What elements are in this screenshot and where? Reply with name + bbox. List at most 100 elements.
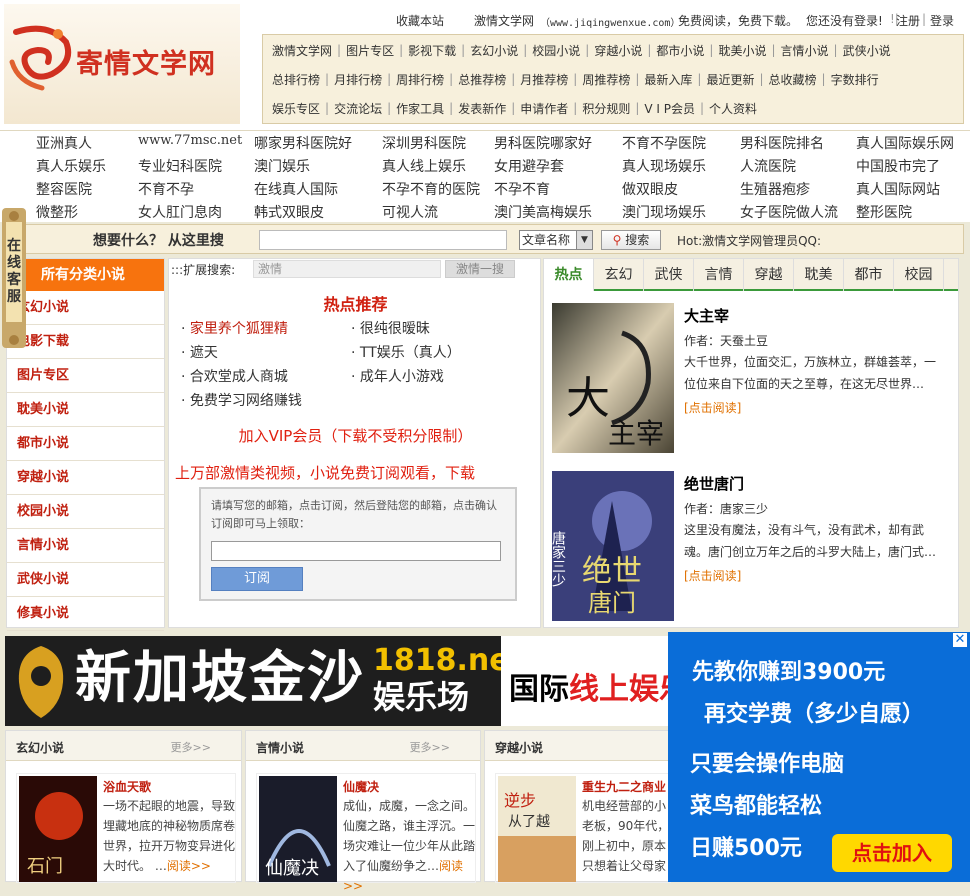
ad-link[interactable]: 澳门现场娱乐 bbox=[622, 202, 706, 222]
tab-genre[interactable]: 耽美 bbox=[794, 259, 844, 291]
sidebar-item[interactable]: 言情小说 bbox=[7, 529, 164, 563]
hot-item[interactable]: · 合欢堂成人商城 bbox=[181, 365, 351, 389]
ad-link[interactable]: 整形医院 bbox=[856, 202, 912, 222]
nav-item[interactable]: 周排行榜 bbox=[393, 71, 447, 88]
ad-link[interactable]: 生殖器疱疹 bbox=[740, 179, 810, 199]
panel-read-link[interactable]: 阅读>> bbox=[167, 859, 211, 873]
nav-item[interactable]: 总推荐榜 bbox=[455, 71, 509, 88]
panel-book-title[interactable]: 浴血天歌 bbox=[103, 778, 151, 795]
sidebar-item[interactable]: 图片专区 bbox=[7, 359, 164, 393]
nav-item[interactable]: 作家工具 bbox=[393, 100, 447, 117]
ad-link[interactable]: 真人乐娱乐 bbox=[36, 156, 106, 176]
tab-genre[interactable]: 言情 bbox=[694, 259, 744, 291]
nav-item[interactable]: 发表新作 bbox=[455, 100, 509, 117]
vip-line[interactable]: 加入VIP会员（下载不受积分限制） bbox=[169, 425, 542, 446]
nav-item[interactable]: 申请作者 bbox=[517, 100, 571, 117]
bookmark-link[interactable]: 收藏本站 bbox=[396, 12, 444, 29]
sidebar-item[interactable]: 校园小说 bbox=[7, 495, 164, 529]
nav-item[interactable]: 校园小说 bbox=[529, 42, 583, 59]
nav-item[interactable]: 玄幻小说 bbox=[467, 42, 521, 59]
panel-book[interactable]: 仙魔决 仙魔决 成仙，成魔，一念之间。仙魔之路，谁主浮沉。一场灾难让一位少年从此… bbox=[256, 773, 476, 893]
ext-search-input[interactable]: 激情 bbox=[253, 260, 441, 278]
nav-item[interactable]: 武侠小说 bbox=[840, 42, 894, 59]
ad-link[interactable]: 女用避孕套 bbox=[494, 156, 564, 176]
tab-genre[interactable]: 武侠 bbox=[644, 259, 694, 291]
login-link[interactable]: 登录 bbox=[930, 12, 954, 29]
ad-link[interactable]: 深圳男科医院 bbox=[382, 133, 466, 153]
ad-link[interactable]: 真人线上娱乐 bbox=[382, 156, 466, 176]
close-icon[interactable]: ✕ bbox=[952, 632, 968, 648]
more-link[interactable]: 更多>> bbox=[171, 739, 211, 755]
ad-link[interactable]: 可视人流 bbox=[382, 202, 438, 222]
nav-item[interactable]: 穿越小说 bbox=[591, 42, 645, 59]
hot-item[interactable]: · 很纯很暧昧 bbox=[351, 317, 531, 341]
hot-item[interactable]: · 家里养个狐狸精 bbox=[181, 317, 351, 341]
ad-link[interactable]: www.77msc.net bbox=[138, 133, 242, 148]
ad-link[interactable]: 不育不孕医院 bbox=[622, 133, 706, 153]
panel-book[interactable]: 逆步 从了越 重生九二之商业 机电经营部的小老板，90年代，刚上初中，原本只想着让… bbox=[495, 773, 671, 883]
register-link[interactable]: 注册 bbox=[896, 12, 920, 29]
ad-link[interactable]: 人流医院 bbox=[740, 156, 796, 176]
nav-item[interactable]: 月推荐榜 bbox=[517, 71, 571, 88]
nav-item[interactable]: 交流论坛 bbox=[331, 100, 385, 117]
search-type-select[interactable]: 文章名称 ▼ bbox=[519, 230, 593, 250]
ad-link[interactable]: 微整形 bbox=[36, 202, 78, 222]
nav-item[interactable]: 激情文学网 bbox=[269, 42, 335, 59]
panel-book-title[interactable]: 仙魔决 bbox=[343, 778, 379, 795]
book-card[interactable]: 唐家三少 绝世 唐门 绝世唐门 作者：唐家三少 这里没有魔法，没有斗气，没有武术… bbox=[552, 471, 952, 627]
sidebar-item[interactable]: 都市小说 bbox=[7, 427, 164, 461]
ad-link[interactable]: 亚洲真人 bbox=[36, 133, 92, 153]
subscribe-button[interactable]: 订阅 bbox=[211, 567, 303, 591]
sidebar-item[interactable]: 电影下载 bbox=[7, 325, 164, 359]
sidebar-item[interactable]: 修真小说 bbox=[7, 597, 164, 631]
nav-item[interactable]: 言情小说 bbox=[778, 42, 832, 59]
panel-book-cover[interactable]: 石门 bbox=[19, 776, 97, 882]
sidebar-item[interactable]: 玄幻小说 bbox=[7, 291, 164, 325]
floating-ad[interactable]: ✕ 先教你赚到3900元 再交学费（多少自愿） 只要会操作电脑 菜鸟都能轻松 日… bbox=[668, 632, 970, 882]
more-link[interactable]: 更多>> bbox=[410, 739, 450, 755]
nav-item[interactable]: 月排行榜 bbox=[331, 71, 385, 88]
panel-book-title[interactable]: 重生九二之商业 bbox=[582, 778, 666, 795]
tab-genre[interactable]: 穿越 bbox=[744, 259, 794, 291]
nav-item[interactable]: 最近更新 bbox=[703, 71, 757, 88]
nav-item[interactable]: 个人资料 bbox=[706, 100, 760, 117]
ad-link[interactable]: 女人肛门息肉 bbox=[138, 202, 222, 222]
join-button[interactable]: 点击加入 bbox=[832, 834, 952, 872]
hot-item[interactable]: · TT娱乐（真人） bbox=[351, 341, 531, 365]
ad-link[interactable]: 不孕不育 bbox=[494, 179, 550, 199]
nav-item[interactable]: 最新入库 bbox=[641, 71, 695, 88]
online-service-tab[interactable]: 在线客服 bbox=[0, 208, 28, 348]
ad-link[interactable]: 男科医院哪家好 bbox=[494, 133, 592, 153]
promo-line[interactable]: 上万部激情类视频，小说免费订阅观看，下载 bbox=[175, 462, 541, 483]
tab-genre[interactable]: 热点 bbox=[544, 259, 594, 291]
email-field[interactable] bbox=[211, 541, 501, 561]
sidebar-item[interactable]: 武侠小说 bbox=[7, 563, 164, 597]
panel-book-cover[interactable]: 逆步从了越 bbox=[498, 776, 576, 882]
banner-ad[interactable]: 新加坡金沙 1818.net 娱乐场 国际线上娱乐 bbox=[5, 636, 668, 726]
nav-item[interactable]: 娱乐专区 bbox=[269, 100, 323, 117]
tab-genre[interactable]: 都市 bbox=[844, 259, 894, 291]
ad-link[interactable]: 澳门美高梅娱乐 bbox=[494, 202, 592, 222]
ad-link[interactable]: 澳门娱乐 bbox=[254, 156, 310, 176]
ad-link[interactable]: 男科医院排名 bbox=[740, 133, 824, 153]
nav-item[interactable]: 总排行榜 bbox=[269, 71, 323, 88]
ad-link[interactable]: 真人国际娱乐网 bbox=[856, 133, 954, 153]
book-cover-dazhuzai[interactable]: 大 主宰 bbox=[552, 303, 674, 453]
nav-item[interactable]: 周推荐榜 bbox=[579, 71, 633, 88]
tab-genre[interactable]: 玄幻 bbox=[594, 259, 644, 291]
book-title[interactable]: 大主宰 bbox=[684, 305, 946, 326]
read-link[interactable]: [点击阅读] bbox=[684, 567, 946, 584]
nav-item[interactable]: 图片专区 bbox=[343, 42, 397, 59]
read-link[interactable]: [点击阅读] bbox=[684, 399, 946, 416]
ad-link[interactable]: 真人现场娱乐 bbox=[622, 156, 706, 176]
nav-item[interactable]: 影视下载 bbox=[405, 42, 459, 59]
ad-link[interactable]: 专业妇科医院 bbox=[138, 156, 222, 176]
ad-link[interactable]: 哪家男科医院好 bbox=[254, 133, 352, 153]
book-card[interactable]: 大 主宰 大主宰 作者：天蚕土豆 大千世界，位面交汇，万族林立，群雄荟萃，一位位… bbox=[552, 303, 952, 459]
ad-link[interactable]: 真人国际网站 bbox=[856, 179, 940, 199]
book-title[interactable]: 绝世唐门 bbox=[684, 473, 946, 494]
ext-search-button[interactable]: 激情一搜 bbox=[445, 260, 515, 278]
ad-link[interactable]: 不孕不育的医院 bbox=[382, 179, 480, 199]
sidebar-item[interactable]: 穿越小说 bbox=[7, 461, 164, 495]
hot-item[interactable]: · 遮天 bbox=[181, 341, 351, 365]
